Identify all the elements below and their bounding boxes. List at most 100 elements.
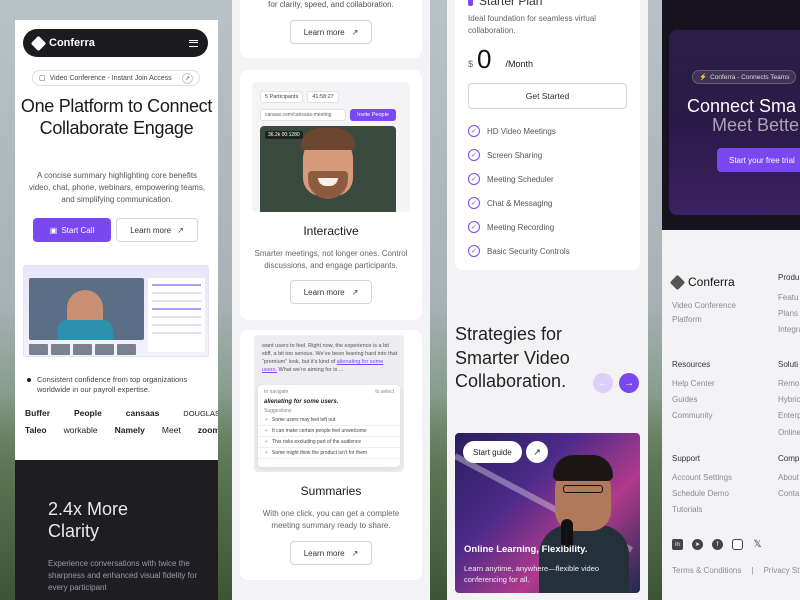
client-logo: Meet (161, 425, 181, 435)
client-logo: workable (63, 425, 98, 435)
terms-link[interactable]: Terms & Conditions (672, 566, 741, 575)
learn-more-button[interactable]: Learn more ↗ (116, 218, 198, 242)
footer-tagline: Video Conference Platform (672, 301, 736, 324)
suggestion-item: Some users may feel left out (258, 415, 400, 426)
footer-link[interactable]: Account Settings (672, 473, 732, 482)
promo-title: Online Learning, Flexibility. (464, 544, 588, 555)
document-text-tail: What we’re aiming for is ... (278, 367, 344, 373)
video-call-preview (29, 278, 144, 340)
start-call-button[interactable]: ▣ Start Call (33, 218, 111, 242)
footer-logo[interactable]: Conferra (669, 274, 735, 290)
free-trial-button[interactable]: Start your free trial (717, 148, 800, 172)
brand-logo[interactable]: Conferra (30, 35, 95, 51)
learn-more-label: Learn more (303, 548, 345, 558)
invite-people-button: Invite People (350, 109, 396, 121)
brand-name: Conferra (49, 37, 95, 49)
arrow-up-right-icon: ↗ (351, 548, 359, 558)
video-stats-tag: 36.2k 00:1280 (265, 131, 303, 139)
timer-chip: 41:58:27 (307, 91, 339, 103)
learn-more-button[interactable]: Learn more ↗ (290, 20, 372, 44)
price-amount: 0 (477, 44, 492, 74)
footer-link[interactable]: About (778, 473, 799, 482)
footer-link[interactable]: Integra (778, 325, 800, 334)
learn-more-button[interactable]: Learn more ↗ (290, 541, 372, 565)
check-circle-icon: ✓ (468, 245, 480, 257)
promo-card[interactable]: Start guide ↗ Online Learning, Flexibili… (455, 433, 640, 593)
announcement-pill[interactable]: ▢ Video Conference - Instant Join Access… (32, 70, 200, 86)
feature-item: ✓ HD Video Meetings (468, 125, 556, 137)
pricing-panel: Starter Plan Ideal foundation for seamle… (447, 0, 648, 600)
footer-link[interactable]: Community (672, 411, 712, 420)
privacy-link[interactable]: Privacy St (763, 566, 799, 575)
section-title: Strategies for Smarter Video Collaborati… (455, 324, 570, 391)
footer-link[interactable]: Online (778, 428, 800, 437)
cta-section: ⚡ Conferra - Connects Teams Connect Sma … (662, 0, 800, 230)
suggestion-item: Some might think the product isn’t for t… (258, 448, 400, 459)
footer-link[interactable]: Hybric (778, 395, 800, 404)
feature-card-interactive: 5 Participants 41:58:27 canaas.com/cansa… (240, 70, 422, 320)
legal-separator: | (751, 566, 754, 575)
ai-writing-mock: want users to feel. Right now, the exper… (254, 335, 404, 472)
check-circle-icon: ✓ (468, 197, 480, 209)
feature-item: ✓ Meeting Scheduler (468, 173, 554, 185)
footer-link[interactable]: Schedule Demo (672, 489, 729, 498)
speaker-glasses (563, 485, 603, 493)
facebook-icon[interactable]: f (712, 539, 723, 550)
bullet-icon (27, 378, 31, 382)
carousel-next-button[interactable]: → (619, 373, 639, 393)
client-logo: Taleo (25, 425, 47, 435)
arrow-up-right-icon: ↗ (533, 446, 541, 457)
arrow-up-right-icon: ↗ (182, 72, 193, 84)
check-circle-icon: ✓ (468, 173, 480, 185)
x-twitter-icon[interactable]: 𝕏 (752, 539, 763, 550)
instagram-icon[interactable] (732, 539, 743, 550)
feature-item: ✓ Screen Sharing (468, 149, 542, 161)
clarity-description: Experience conversations with twice the … (48, 559, 197, 592)
price-currency: $ (468, 59, 474, 69)
logo-mark-icon (30, 35, 47, 51)
navigate-hint: to navigate (264, 389, 289, 395)
footer-link[interactable]: Featu (778, 293, 798, 302)
participant-shirt (57, 320, 113, 340)
client-logos-row-1: Buffer People cansaas DOUGLAS (25, 408, 218, 418)
footer-link[interactable]: Plans (778, 309, 798, 318)
footer-link[interactable]: Remo (778, 379, 799, 388)
arrow-right-icon: → (624, 377, 634, 389)
footer-link[interactable]: Tutorials (672, 505, 702, 514)
footer-link[interactable]: Conta (778, 489, 799, 498)
telegram-icon[interactable]: ➤ (692, 539, 703, 550)
client-logo: cansaas (125, 408, 160, 418)
footer-link[interactable]: Enterp (778, 411, 800, 420)
feature-item: ✓ Meeting Recording (468, 221, 554, 233)
get-started-button[interactable]: Get Started (468, 83, 627, 109)
learn-more-button[interactable]: Learn more ↗ (290, 280, 372, 304)
card-title: Interactive (303, 224, 359, 238)
hamburger-menu-icon[interactable] (189, 39, 198, 47)
meeting-url-field: canaas.com/cansaas-meeting (260, 109, 346, 121)
speaker-hair (553, 455, 613, 481)
start-call-label: Start Call (61, 225, 95, 235)
suggestions-popup: to navigate to select alienating for som… (258, 385, 400, 467)
cta-title-line1: Connect Sma (687, 96, 797, 116)
trust-statement: Consistent confidence from top organizat… (27, 375, 212, 395)
video-feed: 36.2k 00:1280 (260, 126, 396, 212)
feature-label: Meeting Recording (487, 222, 555, 232)
carousel-prev-button[interactable]: ← (593, 373, 613, 393)
footer-link[interactable]: Help Center (672, 379, 715, 388)
popup-hints: to navigate to select (258, 385, 400, 399)
footer-heading-solutions: Soluti (778, 360, 799, 369)
client-logos-row-2: Taleo workable Namely Meet zoom (25, 425, 218, 435)
meeting-toolbar: 5 Participants 41:58:27 (260, 91, 339, 103)
announcement-text: Video Conference - Instant Join Access (49, 74, 172, 82)
start-guide-arrow-button[interactable]: ↗ (526, 441, 548, 463)
feature-item: ✓ Chat & Messaging (468, 197, 552, 209)
footer-link[interactable]: Guides (672, 395, 697, 404)
feature-card-summaries: want users to feel. Right now, the exper… (240, 330, 422, 580)
hero-subtitle: A concise summary highlighting core bene… (28, 171, 206, 204)
plan-description: Ideal foundation for seamless virtual co… (468, 14, 597, 35)
start-guide-button[interactable]: Start guide (463, 441, 522, 463)
clarity-section: 2.4x More Clarity Experience conversatio… (15, 460, 218, 600)
client-logo: Buffer (25, 408, 51, 418)
linkedin-icon[interactable]: in (672, 539, 683, 550)
logo-mark-icon (669, 274, 686, 290)
